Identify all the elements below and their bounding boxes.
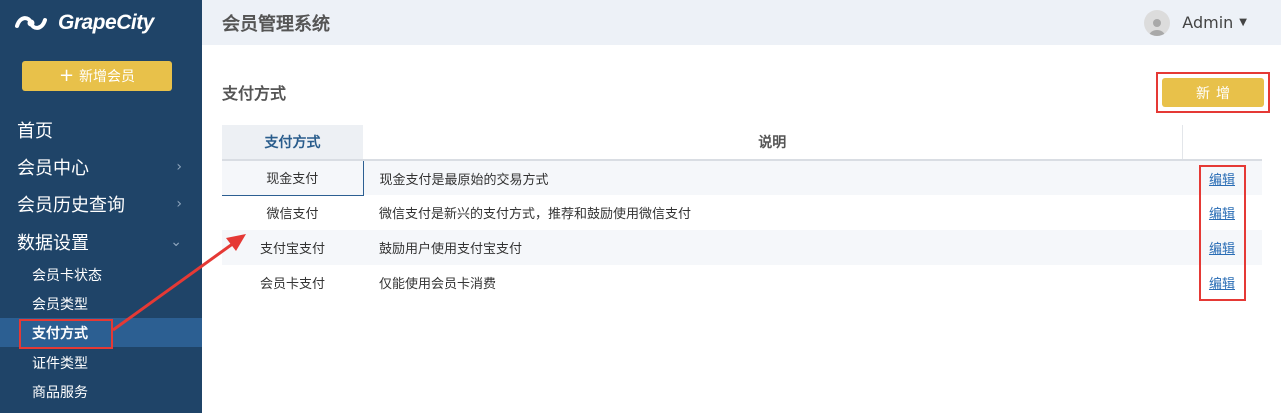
add-member-button[interactable]: + 新增会员 (22, 61, 172, 91)
grapecity-swirl-icon (14, 13, 48, 33)
plus-icon: + (58, 65, 75, 86)
cell-description: 微信支付是新兴的支付方式，推荐和鼓励使用微信支付 (379, 207, 692, 222)
cell-description: 现金支付是最原始的交易方式 (363, 160, 1182, 195)
sidebar: GrapeCity + 新增会员 首页 会员中心 › 会员历史查询 › 数据设置… (0, 0, 202, 413)
chevron-right-icon: › (176, 196, 182, 212)
sidebar-subitem-product-service[interactable]: 商品服务 (0, 377, 202, 406)
sidebar-subitem-label: 商品服务 (32, 384, 88, 401)
sidebar-item-home[interactable]: 首页 (0, 112, 202, 148)
table-row[interactable]: 微信支付 微信支付是新兴的支付方式，推荐和鼓励使用微信支付 编辑 (222, 195, 1262, 230)
sidebar-item-label: 会员中心 (17, 158, 89, 179)
highlight-box: 新增 (1156, 72, 1270, 113)
cell-description: 鼓励用户使用支付宝支付 (363, 230, 1182, 265)
user-name: Admin (1182, 13, 1234, 32)
brand-logo[interactable]: GrapeCity (14, 8, 154, 38)
sidebar-item-data-settings[interactable]: 数据设置 ⌄ (0, 224, 202, 260)
sidebar-item-label: 数据设置 (17, 233, 89, 254)
cell-method: 会员卡支付 (259, 277, 325, 292)
table-row[interactable]: 现金支付 现金支付是最原始的交易方式 编辑 (222, 159, 1262, 196)
sidebar-subitem-id-type[interactable]: 证件类型 (0, 348, 202, 377)
cell-method: 现金支付 (222, 159, 364, 196)
avatar (1144, 9, 1171, 36)
sidebar-subitem-payment-method[interactable]: 支付方式 (0, 318, 202, 349)
column-header[interactable]: 支付方式 (222, 125, 363, 161)
sidebar-item-member-center[interactable]: 会员中心 › (0, 149, 202, 185)
sidebar-subitem-label: 会员类型 (32, 296, 88, 313)
page-title: 支付方式 (222, 84, 287, 103)
cell-method: 支付宝支付 (222, 230, 363, 265)
app-title: 会员管理系统 (222, 13, 330, 35)
sidebar-subitem-label: 会员卡状态 (32, 267, 102, 284)
top-bar: 会员管理系统 Admin ▼ (202, 0, 1281, 45)
payment-table: 支付方式 说明 现金支付 现金支付是最原始的交易方式 编辑 微信支付 微信支付是… (222, 125, 1262, 300)
table-row[interactable]: 会员卡支付 仅能使用会员卡消费 编辑 (222, 265, 1262, 300)
sidebar-item-member-history[interactable]: 会员历史查询 › (0, 186, 202, 222)
chevron-down-icon: ⌄ (170, 234, 182, 250)
cell-description: 仅能使用会员卡消费 (379, 277, 497, 292)
sidebar-item-label: 首页 (17, 121, 53, 142)
add-button[interactable]: 新增 (1162, 78, 1264, 107)
brand-name: GrapeCity (58, 11, 154, 34)
sidebar-subitem-card-status[interactable]: 会员卡状态 (0, 260, 202, 289)
highlight-box (19, 319, 113, 349)
add-member-label: 新增会员 (79, 69, 136, 85)
caret-down-icon: ▼ (1239, 17, 1247, 28)
sidebar-subitem-label: 证件类型 (32, 355, 88, 372)
cell-method: 微信支付 (266, 207, 319, 223)
sidebar-subitem-member-type[interactable]: 会员类型 (0, 289, 202, 318)
user-menu[interactable]: Admin ▼ (1144, 0, 1247, 45)
highlight-box (1199, 165, 1246, 301)
chevron-right-icon: › (176, 159, 182, 175)
column-header (1181, 125, 1262, 161)
column-header[interactable]: 说明 (363, 125, 1182, 161)
table-row[interactable]: 支付宝支付 鼓励用户使用支付宝支付 编辑 (222, 230, 1262, 265)
sidebar-item-label: 会员历史查询 (17, 195, 125, 216)
